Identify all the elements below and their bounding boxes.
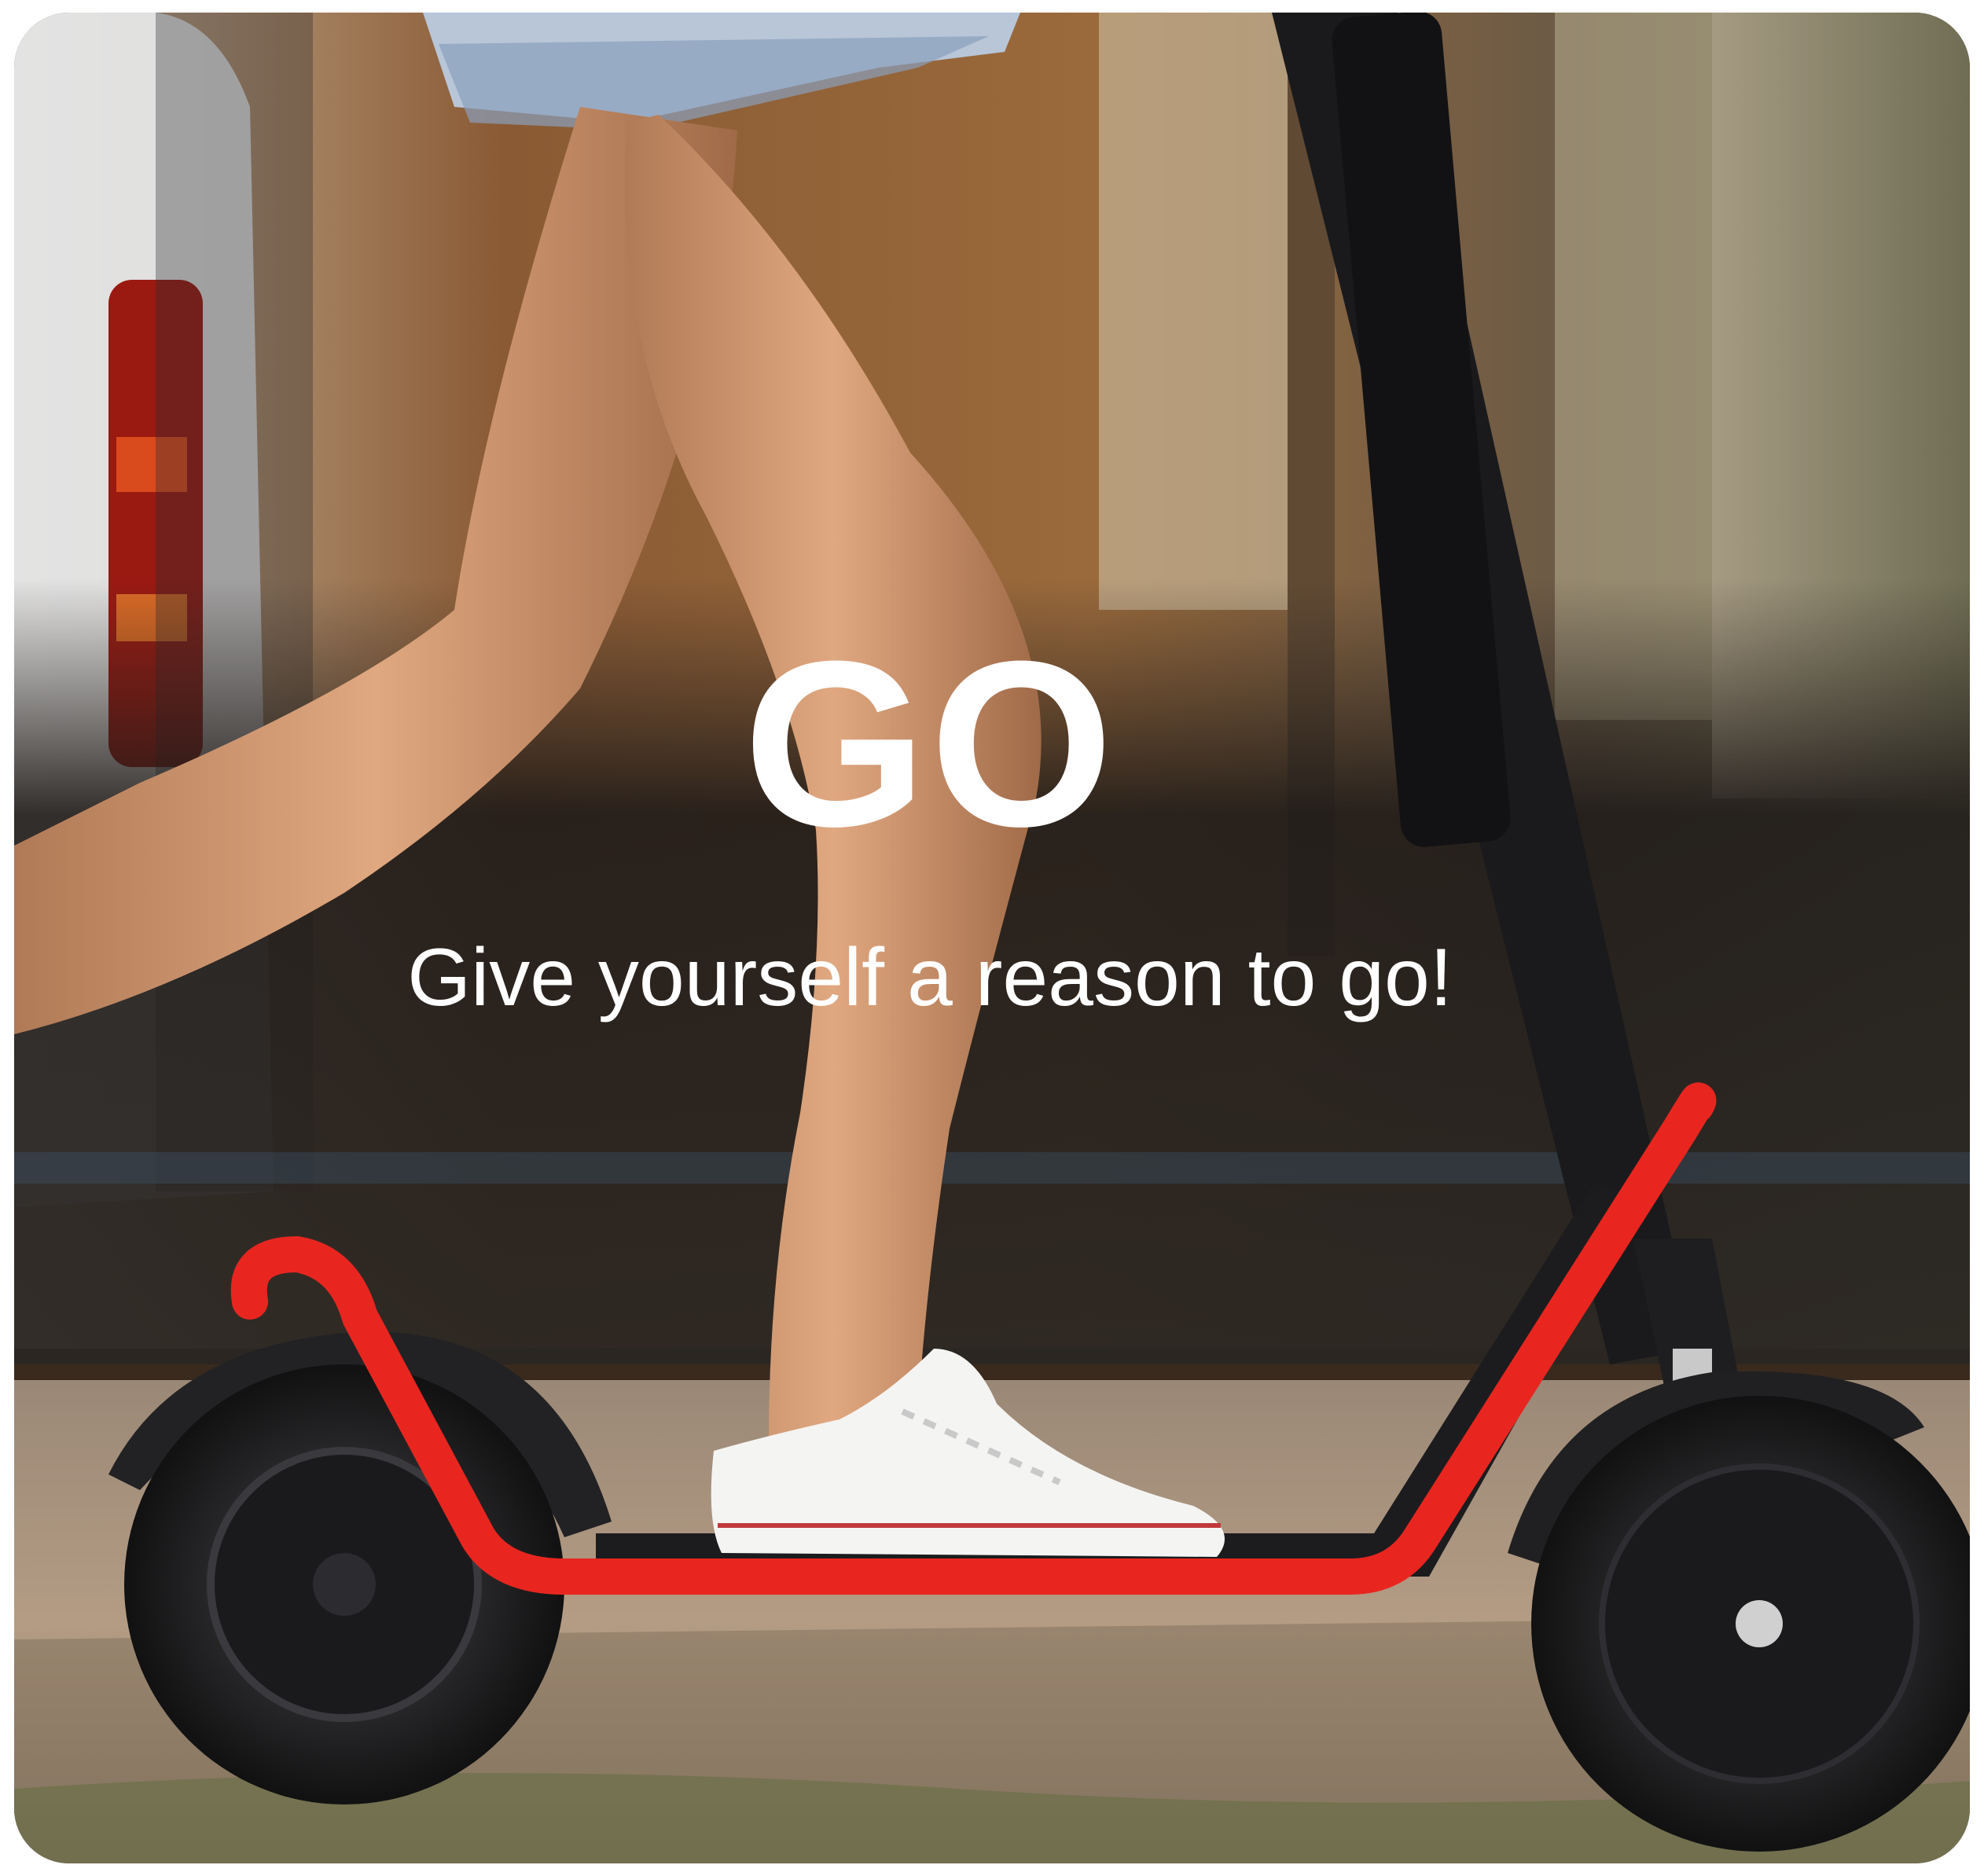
tagline-text: Give yourself a reason to go! [407, 932, 1453, 1023]
promo-banner: GO Give yourself a reason to go! [14, 13, 1970, 1863]
headline-text: GO [743, 611, 1117, 876]
